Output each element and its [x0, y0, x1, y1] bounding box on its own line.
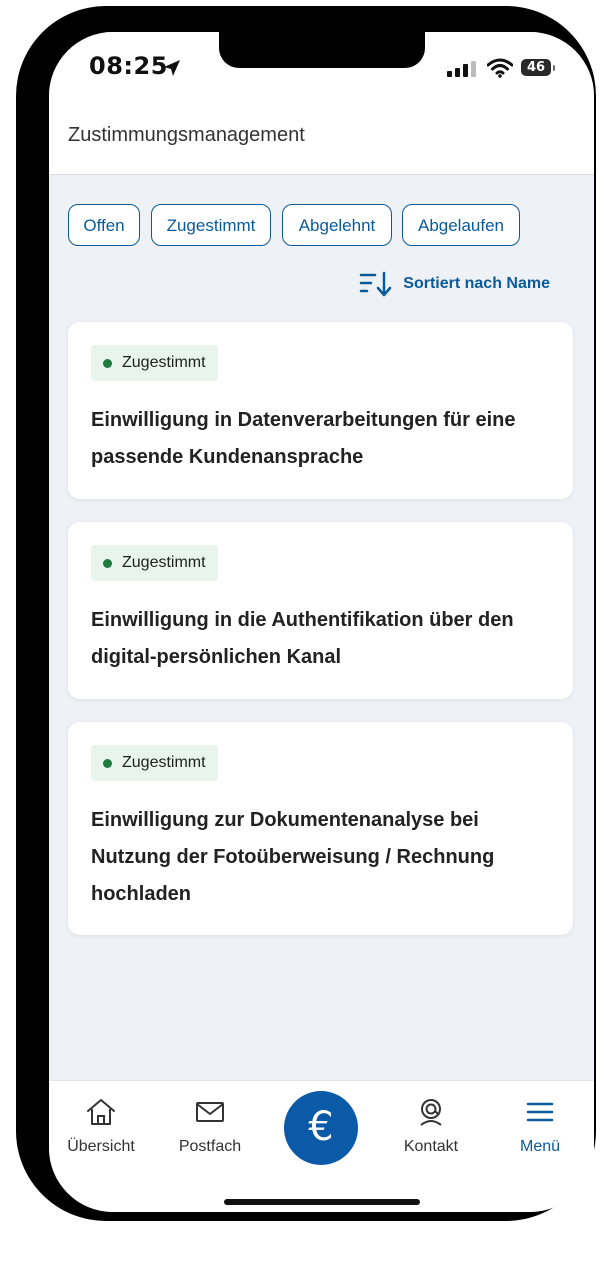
status-dot-icon — [103, 558, 112, 568]
tab-postfach[interactable]: Postfach — [160, 1097, 260, 1156]
status-time: 08:25 — [89, 52, 168, 80]
page-title: Zustimmungsmanagement — [68, 124, 305, 146]
status-badge-label: Zugestimmt — [122, 554, 206, 571]
home-icon — [87, 1099, 115, 1125]
mail-icon — [196, 1102, 224, 1122]
tab-kontakt[interactable]: Kontakt — [381, 1097, 481, 1156]
status-badge-label: Zugestimmt — [122, 754, 206, 771]
filter-chip-zugestimmt[interactable]: Zugestimmt — [151, 204, 271, 246]
status-badge-label: Zugestimmt — [122, 354, 206, 371]
sort-icon — [360, 271, 392, 297]
consent-card[interactable]: Zugestimmt Einwilligung in Datenverarbei… — [68, 322, 573, 499]
tab-label: Postfach — [178, 1138, 242, 1155]
sort-label: Sortiert nach Name — [403, 275, 550, 292]
tab-label: Übersicht — [67, 1138, 135, 1155]
status-badge: Zugestimmt — [91, 745, 218, 781]
filter-chip-offen[interactable]: Offen — [68, 204, 140, 246]
euro-icon: € — [308, 1104, 334, 1150]
consent-card-title: Einwilligung in die Authentifikation übe… — [91, 609, 514, 668]
filter-chip-abgelehnt[interactable]: Abgelehnt — [282, 204, 392, 246]
page-header: Zustimmungsmanagement — [49, 112, 594, 175]
wifi-icon — [487, 58, 513, 78]
consent-card[interactable]: Zugestimmt Einwilligung in die Authentif… — [68, 522, 573, 699]
filter-chip-abgelaufen[interactable]: Abgelaufen — [402, 204, 520, 246]
consent-card-title: Einwilligung in Datenverarbeitungen für … — [91, 409, 516, 468]
notch — [219, 32, 425, 68]
battery-indicator: 46 — [521, 59, 555, 76]
contact-icon — [420, 1099, 442, 1126]
menu-icon — [526, 1102, 554, 1122]
status-dot-icon — [103, 758, 112, 768]
tab-label: Menü — [519, 1138, 561, 1155]
consent-card[interactable]: Zugestimmt Einwilligung zur Dokumentenan… — [68, 722, 573, 935]
status-badge: Zugestimmt — [91, 345, 218, 381]
app-screen: 08:25 46 Zustimmungsmanagement Offen Zug… — [49, 32, 594, 1212]
home-indicator — [224, 1199, 420, 1205]
signal-icon — [447, 61, 476, 77]
consent-card-title: Einwilligung zur Dokumentenanalyse bei N… — [91, 809, 495, 905]
tab-label: Kontakt — [403, 1138, 459, 1155]
tab-menue[interactable]: Menü — [490, 1097, 590, 1156]
status-dot-icon — [103, 358, 112, 368]
sort-button[interactable]: Sortiert nach Name — [359, 270, 550, 298]
bottom-tab-bar: Übersicht Postfach € Kontakt Menü — [49, 1080, 594, 1212]
phone-frame: 08:25 46 Zustimmungsmanagement Offen Zug… — [16, 6, 596, 1221]
tab-uebersicht[interactable]: Übersicht — [51, 1097, 151, 1156]
status-badge: Zugestimmt — [91, 545, 218, 581]
location-arrow-icon — [164, 60, 180, 76]
euro-button[interactable]: € — [284, 1091, 358, 1165]
